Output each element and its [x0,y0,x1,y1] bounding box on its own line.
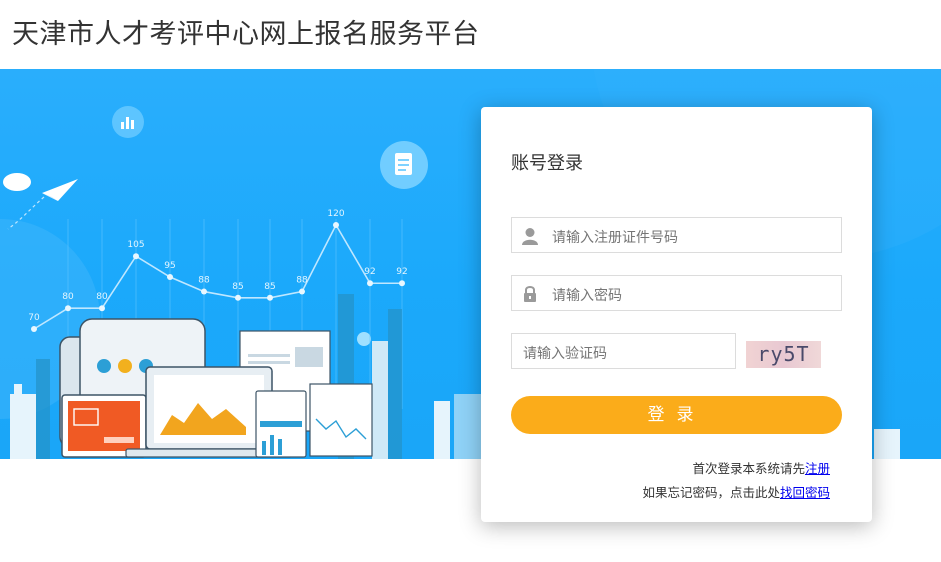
data-point [299,288,305,295]
data-point [267,294,273,301]
forgot-password-hint: 如果忘记密码，点击此处找回密码 [642,482,830,501]
id-number-placeholder: 请输入注册证件号码 [552,230,678,246]
id-number-input[interactable]: 请输入注册证件号码 [511,217,842,253]
data-label: 120 [327,209,344,219]
data-label: 88 [198,276,210,286]
data-label: 95 [164,261,175,271]
login-panel: 账号登录 请输入注册证件号码 请输入密码 请输入验证码 ry5T 登录 首次登录… [481,107,872,522]
data-label: 85 [232,282,243,292]
data-label: 92 [364,267,375,277]
captcha-image[interactable]: ry5T [746,341,821,368]
data-point [333,222,339,228]
user-icon [522,228,538,245]
data-label: 105 [127,240,144,250]
login-button[interactable]: 登录 [511,396,842,434]
captcha-input[interactable]: 请输入验证码 [511,333,736,369]
data-point [235,294,241,301]
data-point [201,288,207,295]
login-title: 账号登录 [511,153,583,174]
data-label: 85 [264,282,275,292]
register-link[interactable]: 注册 [805,461,830,476]
register-prompt: 首次登录本系统请先 [692,461,805,476]
site-title: 天津市人才考评中心网上报名服务平台 [12,19,480,50]
data-point [65,305,71,312]
data-label: 70 [28,313,40,323]
captcha-placeholder: 请输入验证码 [523,346,607,362]
data-point [99,305,105,312]
document-badge-icon [380,141,428,189]
data-label: 88 [296,276,308,286]
site-header: 天津市人才考评中心网上报名服务平台 [0,0,941,69]
data-point [167,274,173,280]
chart-badge-icon [112,106,144,138]
data-label: 80 [62,292,74,302]
cloud-icon [3,173,31,191]
lock-icon [524,286,536,302]
data-point [133,253,139,260]
data-label: 80 [96,292,108,302]
password-input[interactable]: 请输入密码 [511,275,842,311]
data-point [31,326,37,332]
register-hint: 首次登录本系统请先注册 [692,458,830,477]
data-label: 92 [396,267,407,277]
password-placeholder: 请输入密码 [552,288,622,304]
data-point [399,280,405,287]
data-point [367,280,373,287]
forgot-prompt: 如果忘记密码，点击此处 [642,485,780,500]
forgot-password-link[interactable]: 找回密码 [780,485,830,500]
